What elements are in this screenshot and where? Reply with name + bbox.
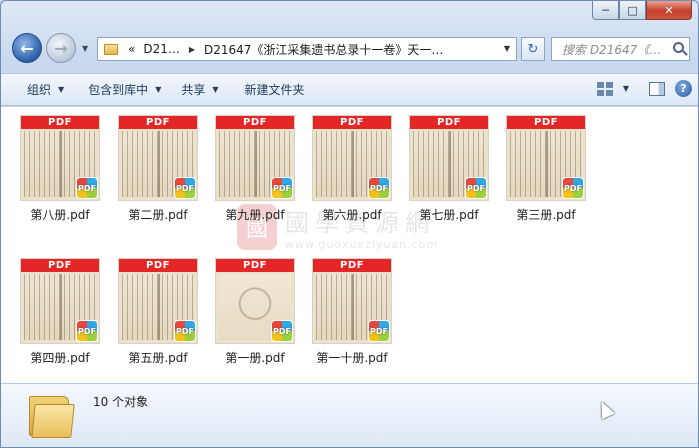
pdf-icon: PDF xyxy=(271,177,293,199)
file-item[interactable]: PDF PDF 第一册.pdf xyxy=(207,258,303,366)
pdf-icon: PDF xyxy=(271,320,293,342)
address-bar[interactable]: « D21… ▶ D21647《浙江采集遗书总录十一卷》天一… ▼ xyxy=(97,37,517,61)
pdf-header-label: PDF xyxy=(313,116,391,129)
breadcrumb-current[interactable]: D21647《浙江采集遗书总录十一卷》天一… xyxy=(204,41,443,58)
view-options-icon[interactable] xyxy=(596,81,613,96)
new-folder-label: 新建文件夹 xyxy=(244,83,305,97)
view-dropdown-icon[interactable]: ▼ xyxy=(623,84,629,93)
arrow-left-icon: ← xyxy=(20,38,34,58)
watermark-url: www.guoxueziyuan.com xyxy=(285,238,439,251)
pdf-header-label: PDF xyxy=(313,259,391,272)
close-button[interactable]: ✕ xyxy=(646,1,692,20)
pdf-thumbnail: PDF PDF xyxy=(20,115,100,201)
chevron-down-icon: ▼ xyxy=(212,85,219,94)
pdf-icon: PDF xyxy=(76,320,98,342)
pdf-thumbnail: PDF PDF xyxy=(215,115,295,201)
arrow-right-icon: → xyxy=(54,38,68,58)
details-pane: 10 个对象 xyxy=(1,383,698,447)
refresh-icon: ↻ xyxy=(527,41,539,57)
pdf-icon: PDF xyxy=(174,320,196,342)
pdf-header-label: PDF xyxy=(216,259,294,272)
pdf-icon: PDF xyxy=(368,320,390,342)
pdf-thumbnail: PDF PDF xyxy=(312,115,392,201)
maximize-button[interactable]: □ xyxy=(619,1,646,20)
preview-pane-icon[interactable] xyxy=(649,81,665,96)
share-label: 共享 xyxy=(181,83,206,97)
pdf-thumbnail: PDF PDF xyxy=(409,115,489,201)
breadcrumb-parent[interactable]: D21… xyxy=(143,42,180,56)
pdf-thumbnail: PDF PDF xyxy=(215,258,295,344)
pdf-icon: PDF xyxy=(368,177,390,199)
file-item[interactable]: PDF PDF 第二册.pdf xyxy=(110,115,206,223)
pdf-thumbnail: PDF PDF xyxy=(20,258,100,344)
file-name[interactable]: 第六册.pdf xyxy=(304,206,400,223)
file-name[interactable]: 第三册.pdf xyxy=(498,206,594,223)
pdf-header-label: PDF xyxy=(119,259,197,272)
search-input[interactable]: 搜索 D21647《… xyxy=(562,41,667,58)
include-in-library-label: 包含到库中 xyxy=(88,83,149,97)
file-name[interactable]: 第四册.pdf xyxy=(12,349,108,366)
new-folder-button[interactable]: 新建文件夹 xyxy=(235,78,315,102)
file-item[interactable]: PDF PDF 第四册.pdf xyxy=(12,258,108,366)
file-item[interactable]: PDF PDF 第八册.pdf xyxy=(12,115,108,223)
file-item[interactable]: PDF PDF 第三册.pdf xyxy=(498,115,594,223)
command-toolbar: 组织 ▼ 包含到库中 ▼ 共享 ▼ 新建文件夹 ▼ ? xyxy=(1,73,698,106)
file-name[interactable]: 第七册.pdf xyxy=(401,206,497,223)
file-name[interactable]: 第五册.pdf xyxy=(110,349,206,366)
file-item[interactable]: PDF PDF 第六册.pdf xyxy=(304,115,400,223)
file-item[interactable]: PDF PDF 第五册.pdf xyxy=(110,258,206,366)
help-icon[interactable]: ? xyxy=(675,80,692,97)
file-name[interactable]: 第一十册.pdf xyxy=(304,349,400,366)
back-button[interactable]: ← xyxy=(12,33,42,63)
organize-label: 组织 xyxy=(27,83,52,97)
pdf-header-label: PDF xyxy=(119,116,197,129)
forward-button[interactable]: → xyxy=(46,33,76,63)
file-item[interactable]: PDF PDF 第九册.pdf xyxy=(207,115,303,223)
chevron-down-icon: ▼ xyxy=(58,85,65,94)
file-name[interactable]: 第八册.pdf xyxy=(12,206,108,223)
pdf-header-label: PDF xyxy=(21,259,99,272)
pdf-icon: PDF xyxy=(76,177,98,199)
search-icon[interactable] xyxy=(673,42,684,53)
folder-icon xyxy=(104,43,118,55)
file-name[interactable]: 第二册.pdf xyxy=(110,206,206,223)
file-list[interactable]: 國 國學資源網 www.guoxueziyuan.com PDF PDF 第八册.… xyxy=(1,107,698,383)
pdf-header-label: PDF xyxy=(216,116,294,129)
pdf-header-label: PDF xyxy=(410,116,488,129)
folder-icon xyxy=(29,390,75,438)
pdf-header-label: PDF xyxy=(507,116,585,129)
share-menu[interactable]: 共享 ▼ xyxy=(171,78,228,102)
search-box[interactable]: 搜索 D21647《… xyxy=(551,37,690,61)
include-in-library-menu[interactable]: 包含到库中 ▼ xyxy=(78,78,171,102)
recent-pages-dropdown[interactable]: ▼ xyxy=(82,44,88,53)
file-name[interactable]: 第一册.pdf xyxy=(207,349,303,366)
explorer-window: ─ □ ✕ ← → ▼ « D21… ▶ D21647《浙江采集遗书总录十一卷》… xyxy=(0,0,699,448)
file-item[interactable]: PDF PDF 第七册.pdf xyxy=(401,115,497,223)
pdf-header-label: PDF xyxy=(21,116,99,129)
pdf-icon: PDF xyxy=(562,177,584,199)
pdf-thumbnail: PDF PDF xyxy=(506,115,586,201)
item-count: 10 个对象 xyxy=(93,395,149,409)
file-name[interactable]: 第九册.pdf xyxy=(207,206,303,223)
chevron-right-icon[interactable]: ▶ xyxy=(189,45,195,54)
address-dropdown-icon[interactable]: ▼ xyxy=(504,44,510,53)
pdf-icon: PDF xyxy=(174,177,196,199)
window-controls: ─ □ ✕ xyxy=(592,1,692,22)
chevron-down-icon: ▼ xyxy=(155,85,162,94)
pdf-icon: PDF xyxy=(465,177,487,199)
pdf-thumbnail: PDF PDF xyxy=(118,258,198,344)
breadcrumb-overflow[interactable]: « xyxy=(128,42,135,56)
organize-menu[interactable]: 组织 ▼ xyxy=(17,78,74,102)
refresh-button[interactable]: ↻ xyxy=(521,37,545,61)
minimize-button[interactable]: ─ xyxy=(592,1,619,20)
pdf-thumbnail: PDF PDF xyxy=(312,258,392,344)
pdf-thumbnail: PDF PDF xyxy=(118,115,198,201)
file-item[interactable]: PDF PDF 第一十册.pdf xyxy=(304,258,400,366)
navigation-bar: ← → ▼ « D21… ▶ D21647《浙江采集遗书总录十一卷》天一… ▼ … xyxy=(1,31,698,69)
